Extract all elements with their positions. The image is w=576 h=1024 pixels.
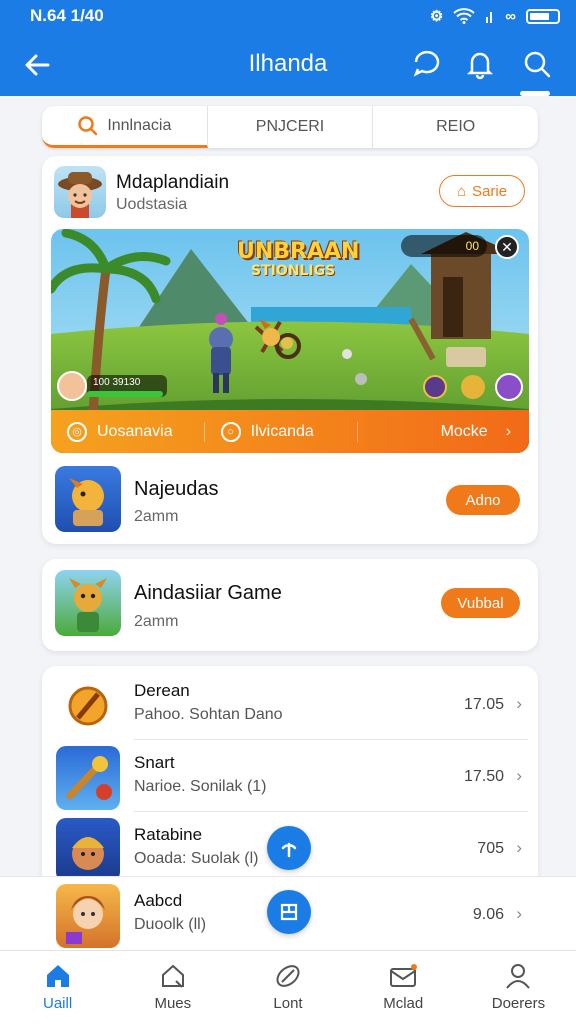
status-bar: N.64 1/40 ⚙ ∞ (0, 0, 576, 32)
bar-item-uosanavia[interactable]: ◎ Uosanavia (51, 421, 205, 442)
nav-doerers[interactable]: Doerers (461, 951, 576, 1024)
game-name: Najeudas (134, 478, 219, 500)
game-icon-najeudas[interactable] (55, 466, 121, 532)
tab-label: Innlnacia (107, 116, 172, 134)
pencil-icon (276, 965, 300, 987)
game-meta: 2amm (134, 508, 179, 525)
player-avatar (57, 371, 87, 401)
chevron-right-icon: › (516, 766, 522, 785)
game-meta: 2amm (134, 613, 179, 630)
list-item-price: 705 (477, 840, 504, 857)
explorer-avatar (54, 166, 106, 218)
nav-mues[interactable]: Mues (115, 951, 230, 1024)
close-icon[interactable]: ✕ (495, 235, 519, 259)
gem-icon: ○ (220, 421, 241, 442)
top-counter: 00 (401, 235, 487, 257)
house-outline-icon (161, 964, 184, 988)
bar-item-ilvicanda[interactable]: ○ Ilvicanda (205, 421, 359, 442)
game-name: Aindasiiar Game (134, 582, 282, 604)
featured-action-label: Sarie (472, 182, 508, 200)
list-item-subtitle: Pahoo. Sohtan Dano (134, 706, 283, 723)
list-item-icon (56, 884, 120, 948)
profile-icon (506, 964, 531, 989)
player-stat-text: 100 39130 (93, 377, 141, 388)
featured-action-button[interactable]: ⌂ Sarie (439, 175, 525, 207)
list-item-icon (56, 818, 120, 882)
search-icon (78, 115, 98, 135)
star-icon[interactable] (461, 375, 485, 399)
coin-icon: ◎ (67, 421, 87, 442)
status-time: N.64 1/40 (30, 6, 104, 25)
tab-label: REIO (436, 118, 476, 135)
featured-subtitle: Uodstasia (116, 196, 188, 213)
game-logo-line1: UNBRAAN (237, 239, 360, 264)
active-indicator (520, 91, 550, 96)
tab-label: PNJCERI (255, 118, 325, 135)
list-item-name: Derean (134, 681, 190, 700)
magic-icon[interactable] (495, 373, 523, 401)
chevron-right-icon: › (516, 694, 522, 713)
list-item-name: Snart (134, 753, 175, 772)
nav-label: Mues (154, 995, 192, 1012)
chevron-right-icon: › (516, 838, 522, 857)
nav-label: Mclad (383, 995, 424, 1012)
nav-label: Uaill (43, 995, 73, 1012)
featured-title: Mdaplandiain (116, 172, 230, 193)
list-item-price: 17.50 (463, 768, 504, 785)
bar-label: Mocke (440, 422, 488, 440)
banner-action-bar: ◎ Uosanavia ○ Ilvicanda Mocke › (51, 410, 529, 453)
bottom-navigation: Uaill Mues Lont Mclad Doerers (0, 950, 576, 1024)
nav-label: Lont (273, 995, 303, 1012)
game-action-button[interactable]: Adno (446, 485, 520, 515)
bar-item-mocke[interactable]: Mocke › (358, 423, 529, 441)
signal-icon (486, 12, 493, 23)
nav-lont[interactable]: Lont (230, 951, 345, 1024)
health-bar (87, 391, 163, 397)
lock-icon: ⌂ (456, 182, 467, 200)
list-item[interactable]: Derean Pahoo. Sohtan Dano 17.05 › (42, 668, 538, 740)
tab-reio[interactable]: REIO (373, 106, 538, 148)
chevron-right-icon: › (505, 422, 512, 440)
chat-bubble-icon[interactable] (410, 47, 444, 81)
list-item-price: 9.06 (472, 906, 504, 923)
search-icon[interactable] (520, 47, 554, 81)
skill-icon[interactable] (423, 375, 447, 399)
list-item-subtitle: Narioe. Sonilak (1) (134, 778, 267, 795)
battery-icon (526, 8, 560, 24)
list-item-subtitle: Duoolk (ll) (134, 916, 207, 933)
bar-label: Ilvicanda (250, 422, 314, 440)
bar-label: Uosanavia (97, 422, 173, 440)
home-icon (46, 965, 69, 987)
tab-bar: Innlnacia PNJCERI REIO (42, 106, 538, 148)
upload-fab[interactable] (267, 826, 311, 870)
mail-icon (390, 964, 418, 987)
list-item-subtitle: Ooada: Suolak (l) (134, 850, 259, 867)
grid-fab[interactable] (267, 890, 311, 934)
wifi-icon (453, 8, 475, 24)
nav-home[interactable]: Uaill (0, 951, 115, 1024)
app-bar: Ilhanda (0, 32, 576, 96)
list-item-name: Ratabine (134, 825, 203, 844)
game-logo-line2: STIONLIGS (251, 263, 336, 279)
game-icon-aindasiiar[interactable] (55, 570, 121, 636)
tab-pnjceri[interactable]: PNJCERI (208, 106, 374, 148)
list-item-name: Aabcd (134, 891, 183, 910)
list-item[interactable]: Snart Narioe. Sonilak (1) 17.50 › (42, 740, 538, 812)
list-item-icon (56, 746, 120, 810)
nav-label: Doerers (491, 995, 546, 1012)
sync-icon: ∞ (505, 7, 516, 25)
arrow-up-icon (281, 842, 297, 858)
list-item-price: 17.05 (463, 696, 504, 713)
chevron-right-icon: › (516, 904, 522, 923)
bell-icon[interactable] (463, 47, 497, 81)
nav-mclad[interactable]: Mclad (346, 951, 461, 1024)
list-item-icon (56, 674, 120, 738)
grid-icon (280, 903, 298, 921)
gear-icon: ⚙ (429, 8, 444, 25)
game-action-button[interactable]: Vubbal (441, 588, 520, 618)
tab-innlnacia[interactable]: Innlnacia (42, 106, 208, 148)
